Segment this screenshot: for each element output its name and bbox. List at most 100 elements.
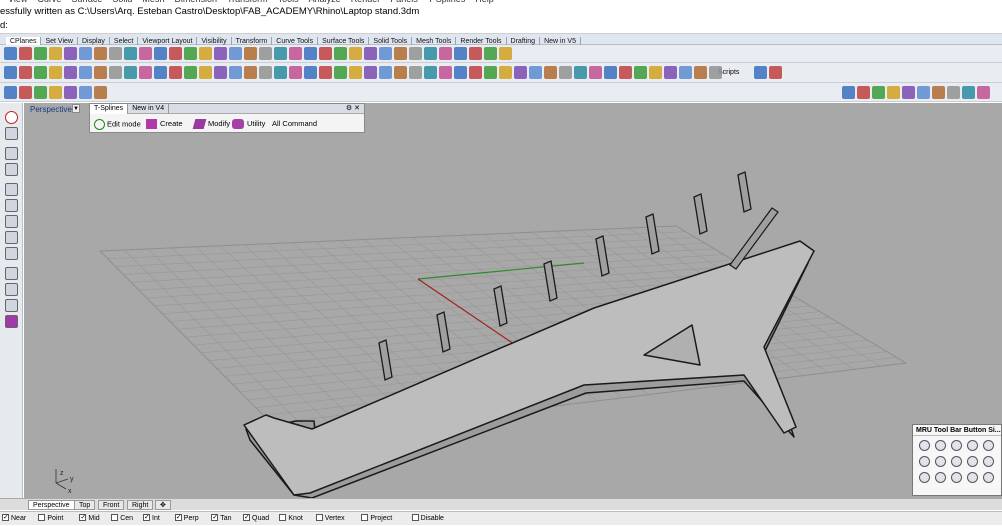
mru-tool-icon[interactable]: [983, 440, 994, 451]
toolbar-tool-icon[interactable]: [4, 47, 17, 60]
mru-tool-icon[interactable]: [919, 440, 930, 451]
toolbar-tool-icon[interactable]: [4, 66, 17, 79]
toolbar-tool-icon[interactable]: [49, 66, 62, 79]
toolbar-tool-icon[interactable]: [19, 47, 32, 60]
toolbar-tool-icon[interactable]: [274, 66, 287, 79]
toolbar-tool-icon[interactable]: [709, 66, 722, 79]
create-button[interactable]: Create: [146, 119, 183, 130]
toolbar-tool-icon[interactable]: [364, 66, 377, 79]
toolbar-tool-icon[interactable]: [289, 66, 302, 79]
left-toolbar-tool-icon[interactable]: [5, 315, 18, 328]
toolbar-tool-icon[interactable]: [977, 86, 990, 99]
toolbar-tool-icon[interactable]: [962, 86, 975, 99]
toolbar-tool-icon[interactable]: [754, 66, 767, 79]
osnap-checkbox[interactable]: [243, 511, 250, 525]
toolbar-tool-icon[interactable]: [244, 47, 257, 60]
toolbar-tool-icon[interactable]: [124, 47, 137, 60]
toolbar-tool-icon[interactable]: [259, 66, 272, 79]
menu-item-mesh[interactable]: Mesh: [142, 0, 164, 4]
toolbar-tool-icon[interactable]: [19, 66, 32, 79]
toolbar-tool-icon[interactable]: [589, 66, 602, 79]
osnap-checkbox[interactable]: [2, 511, 9, 525]
toolbar-tool-icon[interactable]: [154, 47, 167, 60]
menu-item-surface[interactable]: Surface: [71, 0, 102, 4]
toolbar-tool-icon[interactable]: [79, 86, 92, 99]
left-toolbar-tool-icon[interactable]: [5, 247, 18, 260]
osnap-checkbox[interactable]: [411, 513, 419, 521]
mru-tool-icon[interactable]: [983, 472, 994, 483]
toolbar-tool-icon[interactable]: [694, 66, 707, 79]
osnap-checkbox[interactable]: [211, 511, 219, 525]
mru-tool-icon[interactable]: [951, 456, 962, 467]
toolbar-tool-icon[interactable]: [469, 66, 482, 79]
toolbar-tool-icon[interactable]: [394, 66, 407, 79]
toolbar-tool-icon[interactable]: [94, 47, 107, 60]
left-toolbar-tool-icon[interactable]: [5, 231, 18, 244]
toolbar-tool-icon[interactable]: [139, 47, 152, 60]
menu-item-view[interactable]: View: [8, 0, 27, 4]
toolbar-tool-icon[interactable]: [887, 86, 900, 99]
toolbar-tool-icon[interactable]: [454, 47, 467, 60]
left-toolbar-tool-icon[interactable]: [5, 127, 18, 140]
toolbar-tool-icon[interactable]: [619, 66, 632, 79]
mru-tool-icon[interactable]: [967, 472, 978, 483]
toolbar-tool-icon[interactable]: [424, 47, 437, 60]
perspective-viewport[interactable]: Perspective ▼ z y x: [24, 103, 1002, 498]
toolbar-tool-icon[interactable]: [199, 66, 212, 79]
command-prompt[interactable]: d:: [0, 18, 1002, 34]
mru-tool-icon[interactable]: [935, 472, 946, 483]
osnap-checkbox[interactable]: [361, 513, 369, 521]
edit-mode-button[interactable]: Edit mode: [94, 119, 141, 130]
toolbar-tool-icon[interactable]: [319, 66, 332, 79]
toolbar-tool-icon[interactable]: [349, 66, 362, 79]
menu-item-dimension[interactable]: Dimension: [174, 0, 217, 4]
tab-perspective[interactable]: Perspective: [28, 500, 75, 510]
toolbar-tool-icon[interactable]: [139, 66, 152, 79]
toolbar-tool-icon[interactable]: [109, 47, 122, 60]
toolbar-tool-icon[interactable]: [872, 86, 885, 99]
toolbar-tool-icon[interactable]: [79, 47, 92, 60]
toolbar-tool-icon[interactable]: [394, 47, 407, 60]
toolbar-tool-icon[interactable]: [319, 47, 332, 60]
toolbar-tool-icon[interactable]: [19, 86, 32, 99]
toolbar-tool-icon[interactable]: [244, 66, 257, 79]
toolbar-tool-icon[interactable]: [409, 47, 422, 60]
toolbar-tool-icon[interactable]: [364, 47, 377, 60]
toolbar-tool-icon[interactable]: [289, 47, 302, 60]
toolbar-tool-icon[interactable]: [424, 66, 437, 79]
mru-tool-icon[interactable]: [967, 440, 978, 451]
toolbar-tool-icon[interactable]: [439, 66, 452, 79]
toolbar-tool-icon[interactable]: [932, 86, 945, 99]
toolbar-tool-icon[interactable]: [679, 66, 692, 79]
toolbar-tool-icon[interactable]: [4, 86, 17, 99]
toolbar-tool-icon[interactable]: [154, 66, 167, 79]
toolbar-tool-icon[interactable]: [169, 66, 182, 79]
menu-item-curve[interactable]: Curve: [37, 0, 61, 4]
mru-tool-icon[interactable]: [951, 472, 962, 483]
toolbar-tool-icon[interactable]: [454, 66, 467, 79]
left-toolbar-tool-icon[interactable]: [5, 299, 18, 312]
menu-item-solid[interactable]: Solid: [112, 0, 132, 4]
toolbar-tool-icon[interactable]: [274, 47, 287, 60]
toolbar-tool-icon[interactable]: [184, 66, 197, 79]
toolbar-tool-icon[interactable]: [109, 66, 122, 79]
toolbar-tool-icon[interactable]: [634, 66, 647, 79]
toolbar-tool-icon[interactable]: [229, 66, 242, 79]
mru-tool-icon[interactable]: [935, 440, 946, 451]
toolbar-tool-icon[interactable]: [917, 86, 930, 99]
toolbar-tool-icon[interactable]: [902, 86, 915, 99]
toolbar-tool-icon[interactable]: [169, 47, 182, 60]
toolbar-tool-icon[interactable]: [304, 47, 317, 60]
toolbar-tool-icon[interactable]: [214, 66, 227, 79]
toolbar-tool-icon[interactable]: [947, 86, 960, 99]
toolbar-tool-icon[interactable]: [214, 47, 227, 60]
osnap-checkbox[interactable]: [279, 513, 287, 521]
osnap-point[interactable]: Point: [38, 512, 63, 526]
left-toolbar-tool-icon[interactable]: [5, 163, 18, 176]
mru-tool-icon[interactable]: [951, 440, 962, 451]
menu-item-t-splines[interactable]: T-Splines: [428, 0, 466, 4]
tab-tsplines[interactable]: T-Splines: [90, 104, 129, 114]
toolbar-tool-icon[interactable]: [49, 47, 62, 60]
toolbar-tool-icon[interactable]: [469, 47, 482, 60]
all-command-button[interactable]: All Command: [272, 119, 317, 128]
